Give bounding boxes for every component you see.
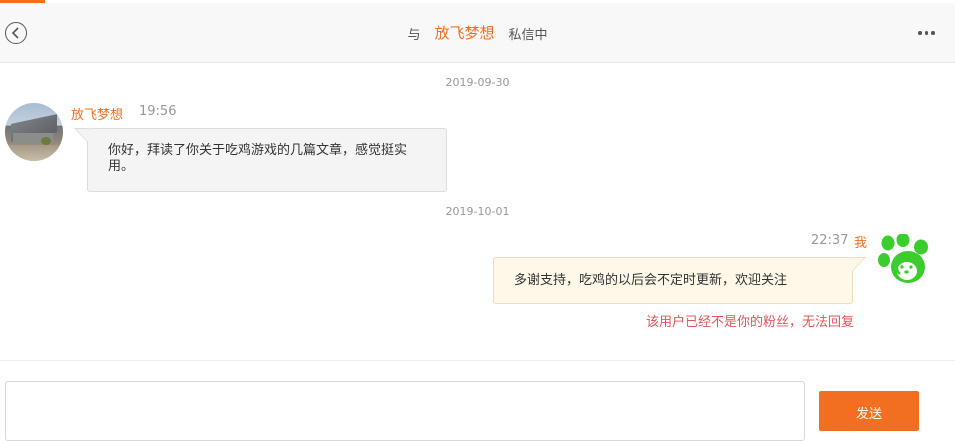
more-options-button[interactable] [918,30,938,36]
date-separator: 2019-10-01 [445,205,510,218]
bubble-tail-fill [852,258,864,271]
message-text: 你好，拜读了你关于吃鸡游戏的几篇文章，感觉挺实用。 [108,143,408,174]
message-sender-me: 我 [854,236,868,251]
paw-avatar-icon[interactable] [876,234,934,288]
more-dot [924,31,928,35]
chat-status-label: 私信中 [508,28,548,43]
message-input[interactable] [5,381,805,441]
chat-header: 与 放飞梦想 私信中 [0,3,955,63]
avatar-tree [41,137,51,145]
reply-blocked-notice: 该用户已经不是你的粉丝，无法回复 [645,315,854,330]
title-with-label: 与 [407,28,421,43]
contact-name[interactable]: 放飞梦想 [434,22,494,43]
more-dot [918,31,922,35]
message-time: 19:56 [139,104,177,119]
message-sender-name[interactable]: 放飞梦想 [71,104,123,123]
chat-title: 与 放飞梦想 私信中 [0,3,955,62]
message-bubble-received: 你好，拜读了你关于吃鸡游戏的几篇文章，感觉挺实用。 [74,128,447,192]
avatar-ground [5,145,63,161]
date-separator: 2019-09-30 [445,76,510,89]
message-bubble-sent: 多谢支持，吃鸡的以后会不定时更新，欢迎关注 [493,257,866,304]
composer-divider [0,360,955,361]
more-dot [931,31,935,35]
bubble-tail-fill [76,129,88,142]
message-time: 22:37 [811,233,849,248]
contact-avatar[interactable] [5,103,63,161]
send-button[interactable]: 发送 [819,391,919,431]
message-text: 多谢支持，吃鸡的以后会不定时更新，欢迎关注 [514,273,788,288]
